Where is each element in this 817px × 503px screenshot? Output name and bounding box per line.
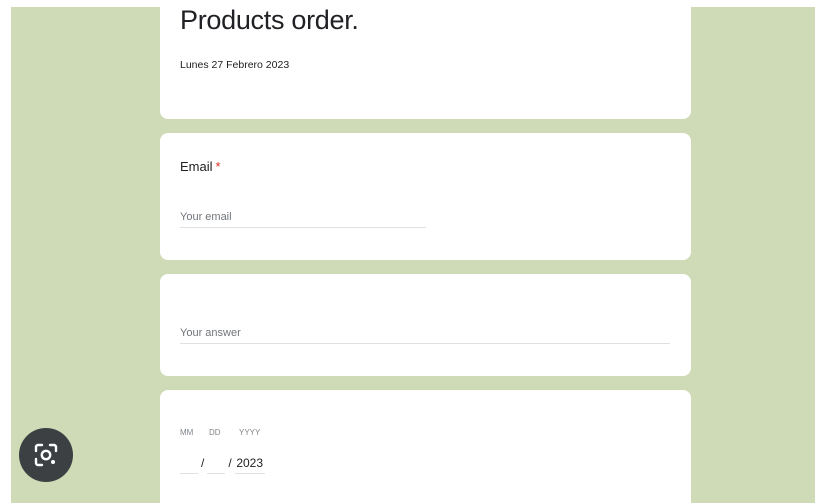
answer-field-container: [180, 322, 670, 344]
form-header-card: Products order. Lunes 27 Febrero 2023: [160, 7, 691, 119]
email-question-label: Email *: [180, 159, 221, 174]
answer-field[interactable]: [180, 322, 670, 343]
month-input[interactable]: [180, 452, 198, 473]
month-label: MM: [180, 428, 194, 437]
date-separator: /: [228, 456, 232, 470]
email-field-container: [180, 206, 426, 228]
date-question-card: MM DD YYYY / /: [160, 390, 691, 503]
visual-search-icon: [34, 443, 58, 467]
date-field-labels: MM DD YYYY: [180, 428, 260, 437]
year-label: YYYY: [239, 428, 261, 437]
form-title: Products order.: [180, 7, 359, 35]
answer-question-card: [160, 274, 691, 376]
visual-search-button[interactable]: [19, 428, 73, 482]
email-label-text: Email: [180, 159, 213, 174]
form-background: Products order. Lunes 27 Febrero 2023 Em…: [11, 7, 815, 503]
year-field-container: [234, 452, 265, 474]
day-field-container: [207, 452, 226, 474]
required-asterisk: *: [215, 159, 221, 174]
form-description: Lunes 27 Febrero 2023: [180, 59, 290, 71]
day-input[interactable]: [207, 452, 226, 473]
email-field[interactable]: [180, 206, 426, 227]
month-field-container: [180, 452, 198, 474]
email-question-card: Email *: [160, 133, 691, 260]
day-label: DD: [209, 428, 221, 437]
year-input[interactable]: [234, 452, 265, 473]
date-separator: /: [201, 456, 205, 470]
date-input-row: / /: [180, 452, 265, 474]
